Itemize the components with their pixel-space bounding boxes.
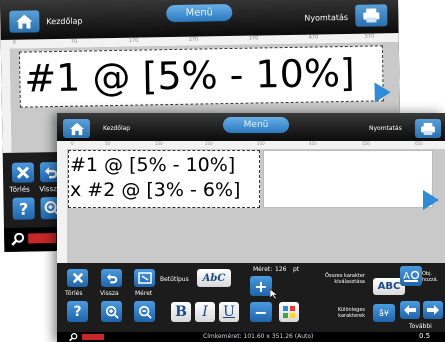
menu-button[interactable]: Menü bbox=[223, 117, 289, 133]
front-screenshot: Kezdőlap Menü Nyomtatás 0 50 150 250 350… bbox=[57, 113, 445, 342]
home-label: Kezdőlap bbox=[46, 16, 83, 27]
ruler-tick: 370 bbox=[248, 35, 259, 42]
zoom-bar[interactable] bbox=[28, 233, 57, 244]
home-icon bbox=[69, 122, 84, 135]
minus-icon: − bbox=[254, 302, 268, 322]
printer-icon bbox=[421, 122, 435, 135]
undo-icon bbox=[106, 273, 117, 284]
help-icon: ? bbox=[73, 303, 82, 320]
help-button[interactable]: ? bbox=[12, 197, 35, 220]
size-label: Méret bbox=[135, 290, 153, 297]
undo-icon bbox=[44, 167, 58, 179]
ruler-tick: 550 bbox=[362, 141, 370, 146]
zoom-out-button[interactable] bbox=[134, 301, 155, 322]
label-line-2[interactable]: x #2 @ [3% - 6%] bbox=[70, 179, 240, 201]
delete-label: Törlés bbox=[65, 290, 83, 297]
font-size-label: Méret: bbox=[253, 266, 273, 273]
home-button[interactable] bbox=[63, 119, 90, 138]
top-bar: Kezdőlap Menü Nyomtatás bbox=[57, 113, 445, 141]
print-button[interactable] bbox=[355, 4, 388, 27]
zoom-bar[interactable] bbox=[82, 334, 104, 340]
ruler-tick: 50 bbox=[105, 141, 111, 146]
next-button[interactable] bbox=[423, 301, 443, 319]
grid-button[interactable] bbox=[279, 302, 299, 322]
plus-icon: + bbox=[254, 276, 268, 296]
arrow-right-icon bbox=[427, 305, 439, 315]
more-label[interactable]: További bbox=[409, 323, 432, 330]
undo-button[interactable] bbox=[101, 269, 122, 287]
delete-label: Törlés bbox=[9, 185, 30, 194]
printer-icon bbox=[363, 8, 380, 23]
label-line-1[interactable]: #1 @ [5% - 10%] bbox=[70, 154, 235, 176]
next-label-arrow-icon[interactable] bbox=[423, 190, 439, 210]
home-button[interactable] bbox=[9, 10, 40, 33]
status-bar: Címkeméret: 101.60 x 351.26 (Auto) 0.5 bbox=[57, 332, 445, 342]
ruler-tick: 270 bbox=[188, 36, 199, 43]
font-size-unit: pt bbox=[293, 266, 300, 273]
next-label-arrow-icon[interactable] bbox=[374, 82, 391, 103]
close-icon bbox=[72, 272, 83, 284]
label-text[interactable]: #1 @ [5% - 10%] bbox=[24, 51, 355, 101]
label-area[interactable]: #1 @ [5% - 10%] x #2 @ [3% - 6%] bbox=[68, 150, 260, 208]
ruler-tick: 450 bbox=[309, 141, 317, 146]
font-size-decrease-button[interactable]: − bbox=[250, 302, 272, 322]
cursor-icon bbox=[270, 289, 278, 299]
search-icon bbox=[69, 333, 78, 342]
ruler-tick: 470 bbox=[308, 34, 319, 41]
search-icon bbox=[11, 232, 25, 246]
zoom-in-button[interactable] bbox=[101, 301, 122, 322]
label-size-button[interactable] bbox=[134, 269, 155, 287]
ruler-tick: 350 bbox=[257, 141, 265, 146]
delete-button[interactable] bbox=[11, 162, 35, 183]
underline-button[interactable]: U bbox=[219, 302, 239, 322]
bold-button[interactable]: B bbox=[171, 302, 191, 322]
print-label: Nyomtatás bbox=[304, 12, 349, 23]
ruler-tick: 570 bbox=[364, 33, 375, 40]
home-icon bbox=[16, 14, 33, 29]
font-button[interactable]: AbC bbox=[197, 269, 231, 287]
object-icon: A bbox=[403, 270, 419, 282]
label-area[interactable]: #1 @ [5% - 10%] bbox=[18, 45, 384, 108]
special-chars-button[interactable]: å¥ bbox=[373, 304, 395, 322]
help-icon: ? bbox=[18, 199, 29, 219]
print-label: Nyomtatás bbox=[369, 125, 402, 132]
menu-button[interactable]: Menü bbox=[166, 3, 233, 23]
resize-icon bbox=[137, 272, 152, 284]
ruler-tick: 70 bbox=[70, 38, 78, 45]
next-label-area[interactable] bbox=[263, 150, 433, 208]
select-all-label: Összes karakter kiválasztása bbox=[324, 273, 365, 285]
ruler-tick: 150 bbox=[155, 141, 163, 146]
label-canvas[interactable]: #1 @ [5% - 10%] x #2 @ [3% - 6%] bbox=[67, 149, 445, 263]
ruler-tick: 0 bbox=[12, 39, 16, 46]
font-size-value: 126 bbox=[275, 266, 287, 273]
ruler-tick: 650 bbox=[415, 141, 423, 146]
special-chars-label: Különleges karakterek bbox=[337, 307, 365, 319]
home-label: Kezdőlap bbox=[103, 125, 131, 132]
help-button[interactable]: ? bbox=[67, 301, 88, 322]
italic-button[interactable]: I bbox=[195, 302, 215, 322]
delete-button[interactable] bbox=[67, 269, 88, 287]
close-icon bbox=[16, 166, 30, 179]
status-right-indicator: 0.5 bbox=[419, 332, 431, 340]
label-size-status: Címkeméret: 101.60 x 351.26 (Auto) bbox=[203, 333, 314, 340]
arrow-left-icon bbox=[404, 305, 416, 315]
grid-icon bbox=[283, 306, 295, 318]
ruler-tick: 170 bbox=[128, 37, 139, 44]
previous-button[interactable] bbox=[400, 301, 420, 319]
add-object-button[interactable]: A bbox=[400, 266, 422, 286]
zoom-in-icon bbox=[105, 305, 119, 319]
add-object-label: Obj. hozzá. bbox=[422, 271, 439, 283]
font-label: Betűtípus bbox=[160, 276, 189, 283]
ruler-tick: 0 bbox=[71, 141, 74, 146]
print-button[interactable] bbox=[415, 119, 441, 138]
undo-label: Vissza bbox=[100, 290, 119, 297]
zoom-out-icon bbox=[138, 305, 152, 319]
font-size-increase-button[interactable]: + bbox=[250, 276, 272, 296]
ruler-tick: 250 bbox=[205, 141, 213, 146]
